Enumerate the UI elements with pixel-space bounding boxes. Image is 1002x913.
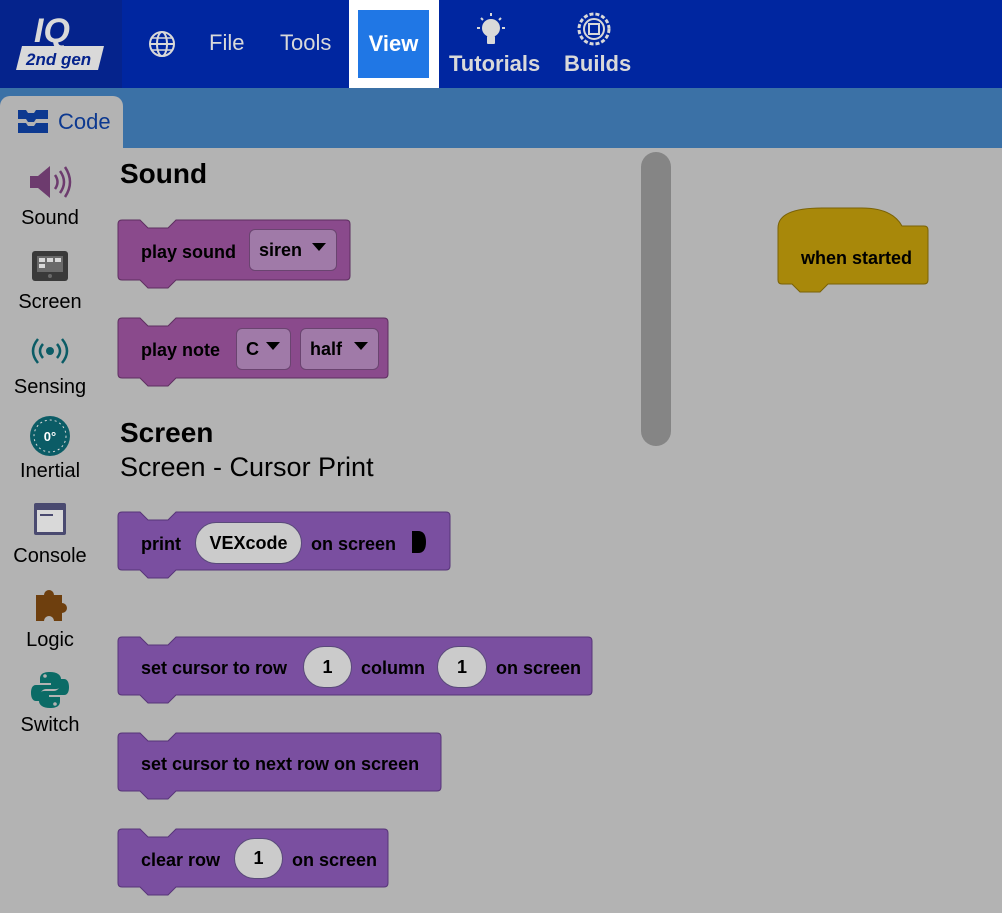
sound-dropdown-value: siren	[259, 239, 303, 260]
clear-row-suffix: on screen	[292, 850, 378, 870]
next-row-label[interactable]: set cursor to next row on screen	[141, 754, 419, 775]
play-sound-label[interactable]: play sound	[141, 242, 236, 263]
chevron-down-icon	[312, 243, 326, 251]
print-value-field[interactable]: VEXcode	[195, 522, 302, 564]
clear-row-value-field[interactable]: 1	[234, 838, 283, 879]
duration-dropdown-value: half	[310, 338, 343, 359]
sound-section-heading: Sound	[120, 158, 208, 189]
row-value-field[interactable]: 1	[303, 646, 352, 688]
set-cursor-label[interactable]: set cursor to row	[141, 658, 287, 679]
duration-dropdown[interactable]: half	[300, 328, 379, 370]
play-note-label[interactable]: play note	[141, 340, 220, 361]
chevron-down-icon	[266, 342, 280, 350]
column-value-field[interactable]: 1	[437, 646, 487, 688]
chevron-down-icon	[354, 342, 368, 350]
note-dropdown-value: C	[246, 338, 259, 359]
when-started-label[interactable]: when started	[801, 248, 912, 269]
print-suffix: on screen	[311, 534, 397, 554]
print-label[interactable]: print	[141, 534, 181, 555]
set-cursor-suffix: on screen	[496, 658, 582, 678]
print-output-notch	[412, 531, 426, 553]
note-dropdown[interactable]: C	[236, 328, 291, 370]
clear-row-label[interactable]: clear row	[141, 850, 220, 871]
sound-dropdown[interactable]: siren	[249, 229, 337, 271]
column-label: column	[361, 658, 426, 678]
screen-section-heading: Screen	[120, 417, 214, 448]
palette-scrollbar[interactable]	[641, 152, 671, 446]
screen-subheading: Screen - Cursor Print	[120, 452, 374, 482]
